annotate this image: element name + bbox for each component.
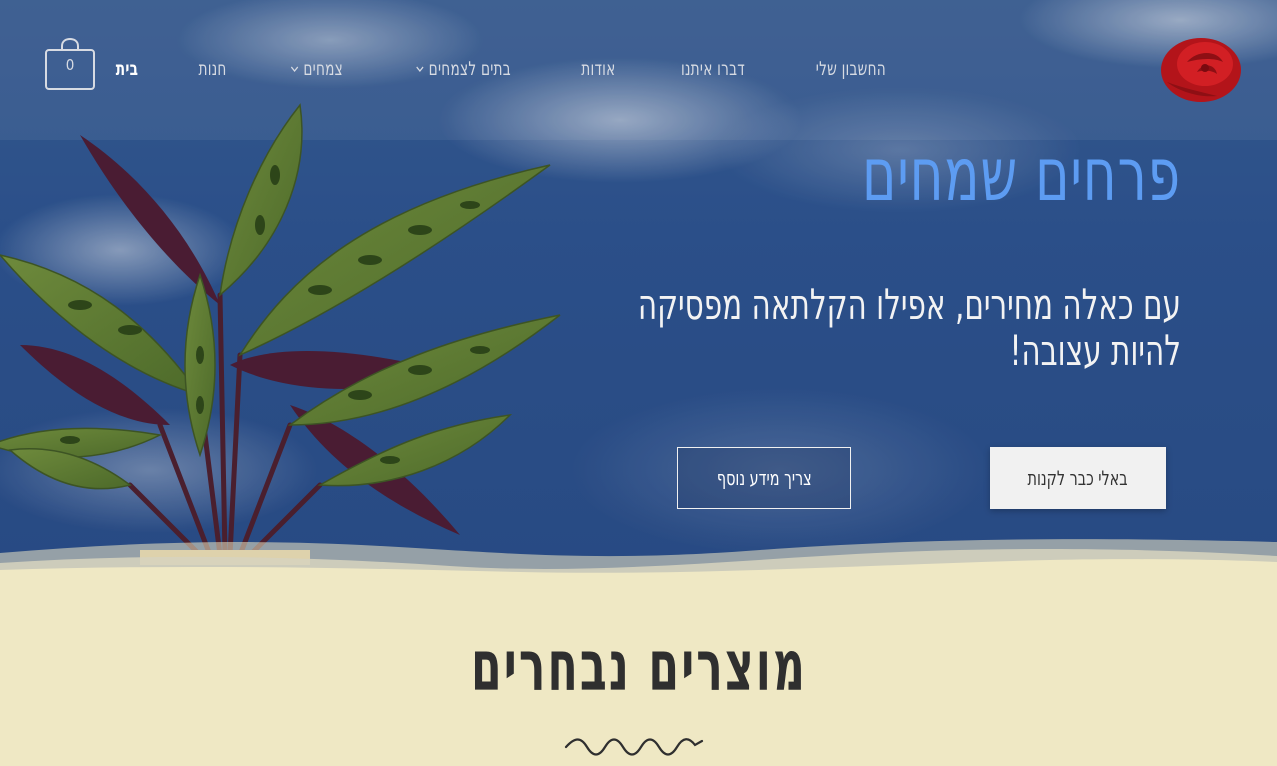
calathea-plant-image	[0, 103, 561, 565]
featured-products-title: מוצרים נבחרים	[0, 625, 1277, 707]
nav-item-plant-houses-label: בתים לצמחים	[428, 58, 511, 80]
hero-subtitle: עם כאלה מחירים, אפילו הקלתאה מפסיקה להיו…	[637, 280, 1181, 375]
red-rose-logo[interactable]	[1157, 32, 1245, 104]
squiggle-divider-icon	[564, 738, 704, 756]
cart-button[interactable]: 0	[45, 37, 95, 90]
nav-item-my-account[interactable]: החשבון שלי	[794, 58, 907, 80]
shop-now-button[interactable]: באלי כבר לקנות	[990, 447, 1166, 509]
nav-item-plants[interactable]: צמחים	[269, 58, 365, 80]
nav-item-home-label: בית	[115, 58, 139, 80]
nav-item-about[interactable]: אודות	[559, 58, 636, 80]
shop-now-label: באלי כבר לקנות	[1027, 466, 1129, 490]
nav-item-about-label: אודות	[580, 58, 616, 80]
featured-products-title-text: מוצרים נבחרים	[470, 625, 807, 707]
hero-banner: בית חנות צמחים בתים לצמחים אודות דברו אי…	[0, 0, 1277, 575]
cart-count: 0	[65, 56, 75, 74]
nav-item-my-account-label: החשבון שלי	[816, 58, 887, 80]
hero-title: פרחים שמחים	[862, 132, 1181, 218]
nav-item-shop-label: חנות	[198, 58, 227, 80]
chevron-down-icon	[415, 66, 424, 73]
more-info-label: צריך מידע נוסף	[716, 466, 812, 490]
main-nav: בית חנות צמחים בתים לצמחים אודות דברו אי…	[86, 50, 922, 88]
wave-divider	[0, 539, 1277, 588]
nav-item-shop[interactable]: חנות	[177, 58, 248, 80]
nav-item-contact-label: דברו איתנו	[681, 58, 746, 80]
nav-item-contact[interactable]: דברו איתנו	[660, 58, 767, 80]
chevron-down-icon	[291, 66, 299, 73]
more-info-button[interactable]: צריך מידע נוסף	[677, 447, 851, 509]
nav-item-plant-houses[interactable]: בתים לצמחים	[394, 58, 532, 80]
nav-item-home[interactable]: בית	[94, 58, 160, 80]
nav-item-plants-label: צמחים	[303, 58, 344, 80]
